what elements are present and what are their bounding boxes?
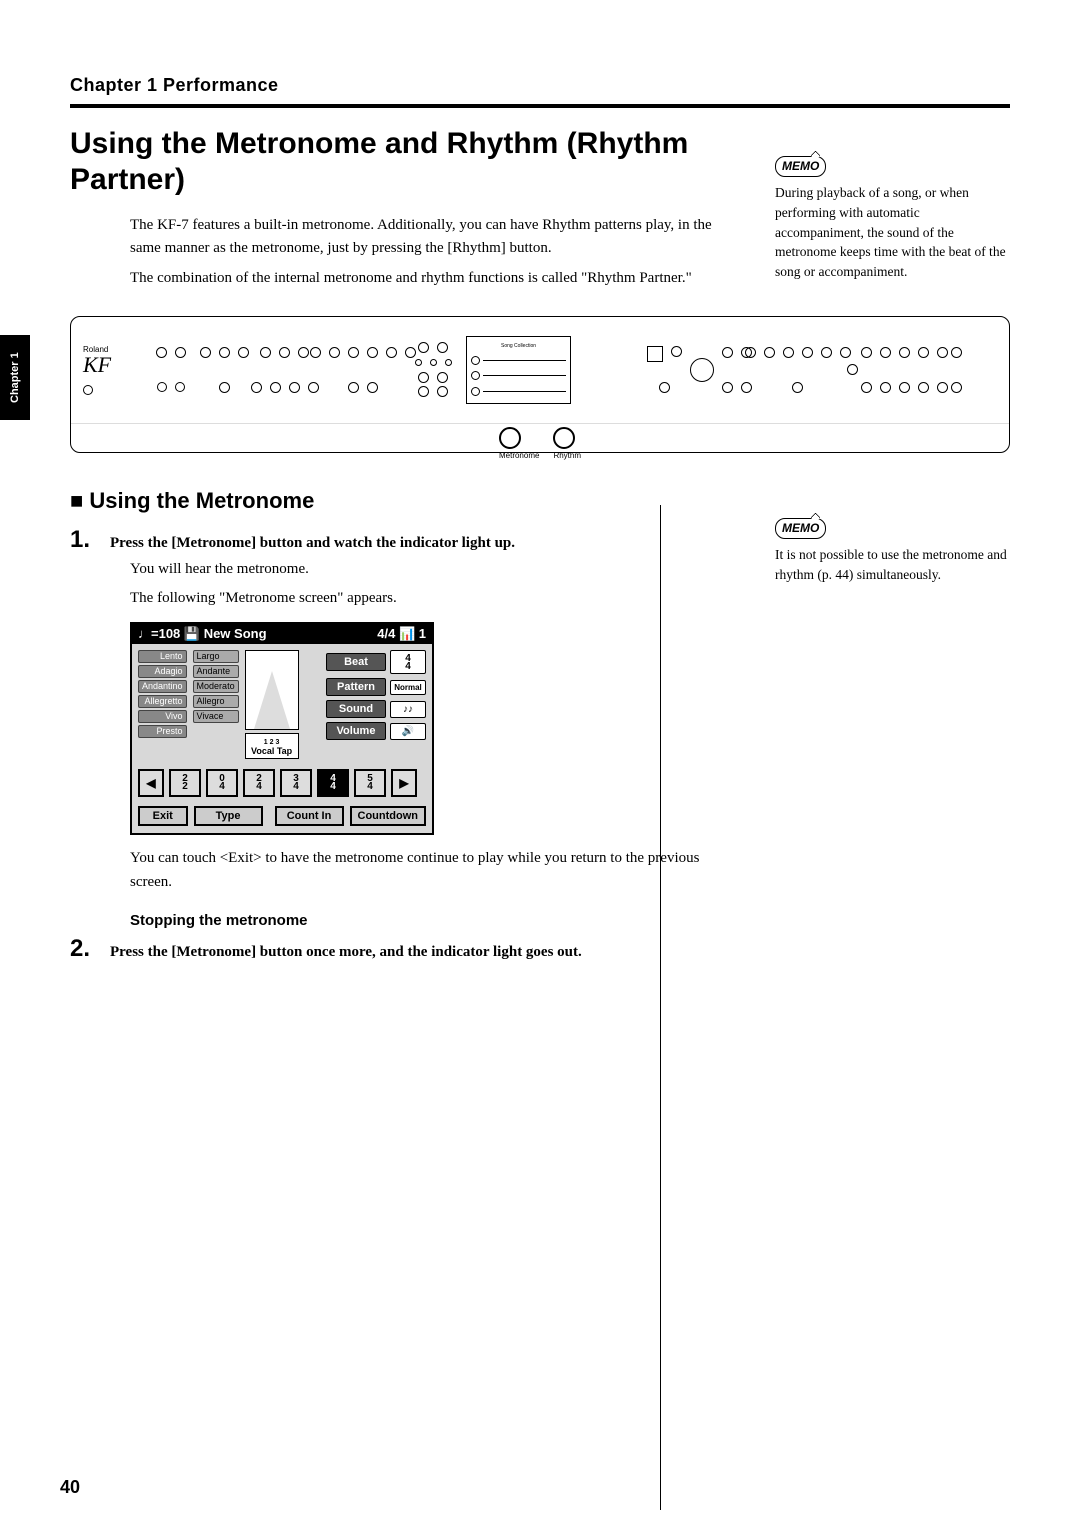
time-sig-option: 24 — [243, 769, 275, 797]
tempo-tag: Adagio — [138, 665, 187, 678]
chapter-header: Chapter 1 Performance — [70, 75, 1010, 96]
page-number: 40 — [60, 1477, 80, 1498]
tempo-tag: Vivo — [138, 710, 187, 723]
ts-prev-icon: ◀ — [138, 769, 164, 797]
page-title: Using the Metronome and Rhythm (Rhythm P… — [70, 126, 745, 198]
tempo-tag: Allegretto — [138, 695, 187, 708]
screen-bar-right: 4/4 📊 1 — [377, 626, 426, 642]
time-sig-option: 04 — [206, 769, 238, 797]
tempo-tag: Moderato — [193, 680, 239, 693]
rhythm-button-icon — [553, 427, 575, 449]
metronome-knob-label: Metronome — [499, 451, 539, 460]
exit-note: You can touch <Exit> to have the metrono… — [130, 847, 745, 894]
step-number-1: 1. — [70, 526, 110, 554]
pattern-label: Pattern — [326, 678, 386, 696]
vertical-divider — [660, 505, 661, 1510]
beat-label: Beat — [326, 653, 386, 671]
ts-next-icon: ▶ — [391, 769, 417, 797]
sound-value-icon: ♪♪ — [390, 701, 426, 718]
memo-text-1: During playback of a song, or when perfo… — [775, 183, 1010, 281]
tempo-tag: Largo — [193, 650, 239, 663]
intro-paragraph-1: The KF-7 features a built-in metronome. … — [130, 214, 745, 261]
metronome-screen: ♩=108 💾 New Song 4/4 📊 1 Lento Adagio An… — [130, 622, 434, 835]
step-1-note-b: The following "Metronome screen" appears… — [130, 587, 745, 610]
dial-icon — [690, 358, 714, 382]
beat-value: 44 — [390, 650, 426, 674]
lcd-screen: Song Collection — [466, 336, 571, 404]
memo-badge-2: MEMO — [775, 518, 826, 539]
section-heading-metronome: ■ Using the Metronome — [70, 488, 745, 514]
memo-badge-1: MEMO — [775, 156, 826, 177]
screen-button-countdown: Countdown — [350, 806, 426, 826]
tempo-tag: Vivace — [193, 710, 239, 723]
time-sig-option: 34 — [280, 769, 312, 797]
model-logo: KF — [83, 352, 111, 377]
tempo-tag: Andante — [193, 665, 239, 678]
tempo-tag: Lento — [138, 650, 187, 663]
step-1-text: Press the [Metronome] button and watch t… — [110, 533, 515, 554]
tempo-tag: Andantino — [138, 680, 187, 693]
screen-bar-left: ♩=108 💾 New Song — [138, 626, 267, 642]
step-2-text: Press the [Metronome] button once more, … — [110, 942, 582, 963]
rhythm-knob-label: Rhythm — [553, 451, 581, 460]
tempo-tag: Allegro — [193, 695, 239, 708]
vocal-tap-box: 1 2 3Vocal Tap — [245, 733, 299, 759]
screen-button-exit: Exit — [138, 806, 188, 826]
step-1-note-a: You will hear the metronome. — [130, 558, 745, 581]
pendulum-icon — [245, 650, 299, 730]
time-sig-option: 54 — [354, 769, 386, 797]
tempo-tag: Presto — [138, 725, 187, 738]
sound-label: Sound — [326, 700, 386, 718]
volume-label: Volume — [326, 722, 386, 740]
screen-button-type: Type — [194, 806, 263, 826]
header-rule — [70, 104, 1010, 108]
time-sig-option: 22 — [169, 769, 201, 797]
volume-value-icon: 🔊 — [390, 723, 426, 740]
intro-paragraph-2: The combination of the internal metronom… — [130, 267, 745, 290]
pattern-value: Normal — [390, 680, 426, 695]
keyboard-panel-illustration: Roland KF — [70, 316, 1010, 453]
memo-text-2: It is not possible to use the metronome … — [775, 545, 1010, 584]
sub-heading-stopping: Stopping the metronome — [130, 912, 745, 929]
time-sig-option-selected: 44 — [317, 769, 349, 797]
screen-button-countin: Count In — [275, 806, 344, 826]
step-number-2: 2. — [70, 935, 110, 963]
metronome-button-icon — [499, 427, 521, 449]
